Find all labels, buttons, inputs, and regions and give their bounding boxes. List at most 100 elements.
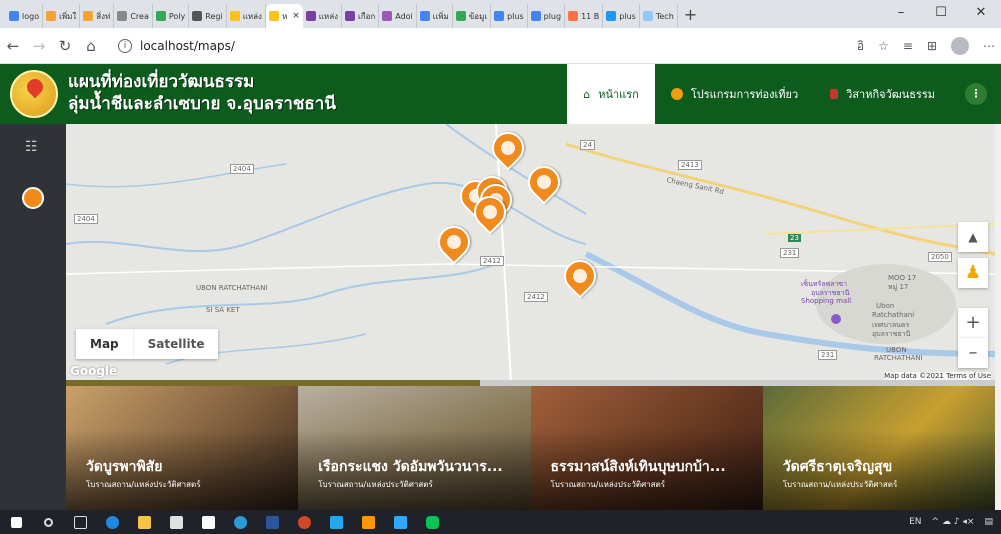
- map-type-map-button[interactable]: Map: [76, 329, 133, 359]
- browser-tab[interactable]: สิ่งท่: [80, 4, 115, 28]
- browser-tab[interactable]: ห ×: [265, 4, 303, 28]
- zoom-out-button[interactable]: –: [958, 338, 988, 368]
- browser-tab[interactable]: Tech: [640, 4, 678, 28]
- favicon-icon: [83, 11, 94, 21]
- card-subtitle: โบราณสถาน/แหล่งประวัติศาสตร์: [86, 480, 201, 489]
- sublime-icon[interactable]: [352, 510, 384, 534]
- maximize-button[interactable]: ☐: [921, 0, 961, 28]
- attraction-card[interactable]: วัดบูรพาพิสัย โบราณสถาน/แหล่งประวัติศาสต…: [66, 386, 299, 510]
- browser-tab[interactable]: ข้อมูเ: [453, 4, 492, 28]
- browser-tab[interactable]: แหล่ง: [227, 4, 266, 28]
- browser-tab[interactable]: plus: [491, 4, 528, 28]
- favicon-icon: [568, 11, 579, 21]
- bookmark-star-icon[interactable]: ☆: [878, 39, 889, 53]
- forward-button[interactable]: →: [26, 37, 52, 55]
- browser-tab[interactable]: เพิ่มใ: [43, 4, 81, 28]
- browser-tab[interactable]: Crea: [114, 4, 153, 28]
- mail-icon[interactable]: [192, 510, 224, 534]
- store-icon[interactable]: [160, 510, 192, 534]
- browser-tab[interactable]: plug: [528, 4, 566, 28]
- home-icon: ⌂: [583, 87, 591, 101]
- lock-icon[interactable]: ▲: [958, 222, 988, 252]
- tab-label: แหล่ง: [318, 11, 339, 21]
- tab-label: ห: [281, 11, 288, 21]
- road-number: 2404: [74, 214, 98, 224]
- language-indicator[interactable]: EN: [909, 517, 921, 527]
- nav-home[interactable]: ⌂ หน้าแรก: [567, 64, 655, 124]
- tab-label: Tech: [655, 11, 674, 21]
- map-label: Shopping mall: [801, 297, 852, 305]
- zoom-in-button[interactable]: +: [958, 308, 988, 338]
- browser-tab[interactable]: plus: [603, 4, 640, 28]
- google-map[interactable]: UBON RATCHATHANI SI SA KET เซ็นทรัลพลาซา…: [66, 124, 995, 382]
- favicon-icon: [455, 11, 466, 21]
- edge-icon[interactable]: [96, 510, 128, 534]
- favicon-icon: [606, 11, 617, 21]
- file-explorer-icon[interactable]: [128, 510, 160, 534]
- favicon-icon: [642, 11, 653, 21]
- browser-tab-bar: logo เพิ่มใ สิ่งท่ Crea Poly Regi แหล่งห × แหล่ง…: [0, 0, 1001, 28]
- tray-icons[interactable]: ^ ☁ ♪ ◂×: [932, 517, 975, 527]
- road-number: 231: [780, 248, 800, 258]
- filter-icon[interactable]: ☷: [25, 139, 38, 155]
- reading-list-icon[interactable]: ≡: [903, 39, 913, 53]
- browser-tab[interactable]: เเพิ่ม: [417, 4, 453, 28]
- attraction-card[interactable]: เรือกระแชง วัดอัมพวันวนาร... โบราณสถาน/แ…: [298, 386, 531, 510]
- browser-tab[interactable]: Regi: [189, 4, 227, 28]
- map-attribution[interactable]: Map data ©2021 Terms of Use: [884, 372, 991, 380]
- line-icon[interactable]: [416, 510, 448, 534]
- attraction-card[interactable]: วัดศรีธาตุเจริญสุข โบราณสถาน/แหล่งประวัต…: [762, 386, 995, 510]
- vscode-icon[interactable]: [320, 510, 352, 534]
- tab-label: 11 B: [581, 11, 600, 21]
- temple-pin-icon[interactable]: [22, 187, 44, 209]
- favicon-icon: [382, 11, 393, 21]
- nav-programs-label: โปรแกรมการท่องเที่ยว: [690, 88, 799, 101]
- minimize-button[interactable]: –: [881, 0, 921, 28]
- browser-tab[interactable]: 11 B: [565, 4, 604, 28]
- attraction-card[interactable]: ธรรมาสน์สิงห์เทินบุษบกบ้า... โบราณสถาน/แ…: [530, 386, 763, 510]
- reload-button[interactable]: ↻: [52, 37, 78, 55]
- road-number: 231: [818, 350, 838, 360]
- photoshop-icon[interactable]: [384, 510, 416, 534]
- map-label: SI SA KET: [206, 306, 240, 314]
- browser-tab[interactable]: Adoi: [379, 4, 417, 28]
- collections-icon[interactable]: ⊞: [927, 39, 937, 53]
- search-icon[interactable]: [32, 510, 64, 534]
- word-icon[interactable]: [256, 510, 288, 534]
- attraction-carousel: วัดบูรพาพิสัย โบราณสถาน/แหล่งประวัติศาสต…: [66, 386, 995, 510]
- browser-tab[interactable]: แหล่ง: [303, 4, 343, 28]
- pegman-icon[interactable]: ♟: [958, 258, 988, 288]
- card-shade: [298, 386, 531, 510]
- profile-avatar[interactable]: [951, 37, 969, 55]
- site-logo[interactable]: [0, 64, 68, 124]
- new-tab-button[interactable]: +: [684, 5, 697, 24]
- powerpoint-icon[interactable]: [288, 510, 320, 534]
- close-window-button[interactable]: ✕: [961, 0, 1001, 28]
- home-icon[interactable]: ⌂: [78, 37, 104, 55]
- site-info-icon[interactable]: i: [118, 38, 132, 53]
- close-tab-icon[interactable]: ×: [292, 11, 300, 21]
- map-label: UBON: [886, 346, 907, 354]
- browser-tab[interactable]: Poly: [153, 4, 190, 28]
- site-title-line1: แผนที่ท่องเที่ยววัฒนธรรม: [68, 72, 255, 92]
- browser-tab[interactable]: เกือก: [342, 4, 380, 28]
- road-number: 24: [580, 140, 595, 150]
- url-field[interactable]: localhost/maps/: [140, 39, 235, 53]
- header-menu-button[interactable]: ⋮: [965, 83, 987, 105]
- page-scrollbar[interactable]: [995, 124, 1001, 510]
- menu-dots-icon[interactable]: ⋯: [983, 39, 995, 53]
- taskview-icon[interactable]: [64, 510, 96, 534]
- nav-programs[interactable]: โปรแกรมการท่องเที่ยว: [655, 64, 814, 124]
- browser-tab[interactable]: logo: [6, 4, 44, 28]
- card-title: เรือกระแชง วัดอัมพวันวนาร...: [318, 459, 503, 475]
- windows-icon[interactable]: [0, 510, 32, 534]
- chrome-icon[interactable]: [224, 510, 256, 534]
- nav-enterprise[interactable]: วิสาหกิจวัฒนธรรม: [814, 64, 951, 124]
- map-type-satellite-button[interactable]: Satellite: [132, 329, 219, 359]
- translate-icon[interactable]: อิ: [857, 37, 864, 56]
- nav-enterprise-label: วิสาหกิจวัฒนธรรม: [846, 88, 935, 101]
- favicon-icon: [46, 11, 57, 21]
- road-number: 2412: [524, 292, 548, 302]
- notification-icon[interactable]: ▤: [984, 517, 993, 527]
- back-button[interactable]: ←: [0, 37, 26, 55]
